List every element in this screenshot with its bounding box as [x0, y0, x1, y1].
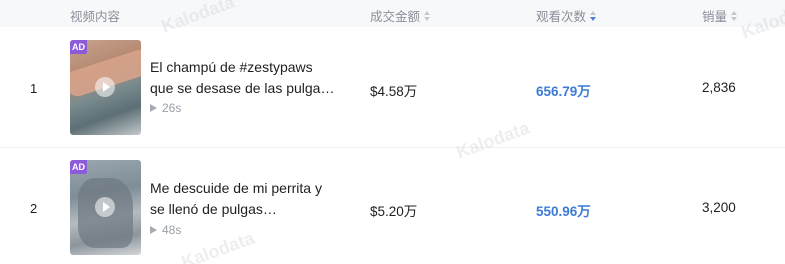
views-value: 656.79万 — [536, 84, 591, 99]
video-thumbnail[interactable]: AD — [70, 160, 141, 255]
header-views-sort[interactable]: 观看次数 — [536, 6, 598, 25]
gmv-value: $5.20万 — [370, 204, 418, 219]
header-sales-label: 销量 — [702, 10, 728, 24]
video-thumbnail[interactable]: AD — [70, 40, 141, 135]
header-gmv-label: 成交金额 — [370, 10, 421, 24]
gmv-value: $4.58万 — [370, 84, 418, 99]
video-duration: 26s — [150, 101, 181, 115]
sort-icon[interactable] — [731, 10, 739, 22]
views-value: 550.96万 — [536, 204, 591, 219]
header-video-content: 视频内容 — [70, 6, 120, 25]
table-row[interactable]: 1 AD $4.58万 656.79万 2,836 — [0, 29, 785, 148]
sort-icon[interactable] — [424, 10, 432, 22]
table-header: 视频内容 成交金额 观看次数 销量 — [0, 0, 785, 27]
sort-desc-icon[interactable] — [590, 10, 598, 22]
rank-number: 1 — [30, 81, 38, 96]
ad-badge: AD — [70, 40, 87, 54]
header-sales-sort[interactable]: 销量 — [702, 6, 739, 25]
ad-badge: AD — [70, 160, 87, 174]
video-title[interactable]: Me descuide de mi perrita y se llenó de … — [150, 178, 335, 220]
header-video-label: 视频内容 — [70, 10, 121, 24]
sales-value: 3,200 — [702, 200, 736, 215]
video-ranking-table: 视频内容 成交金额 观看次数 销量 1 AD $4.58万 656.79万 2,… — [0, 0, 785, 264]
play-icon[interactable] — [95, 197, 115, 217]
header-gmv-sort[interactable]: 成交金额 — [370, 6, 432, 25]
rank-number: 2 — [30, 201, 38, 216]
play-icon[interactable] — [95, 77, 115, 97]
duration-label: 26s — [162, 101, 182, 115]
header-views-label: 观看次数 — [536, 10, 587, 24]
duration-label: 48s — [162, 223, 182, 237]
play-triangle-icon — [150, 104, 157, 112]
table-row[interactable]: 2 AD $5.20万 550.96万 3,200 — [0, 149, 785, 264]
play-triangle-icon — [150, 226, 157, 234]
sales-value: 2,836 — [702, 80, 736, 95]
video-title[interactable]: El champú de #zestypaws que se desase de… — [150, 57, 335, 99]
row-divider — [0, 147, 785, 148]
video-duration: 48s — [150, 223, 181, 237]
